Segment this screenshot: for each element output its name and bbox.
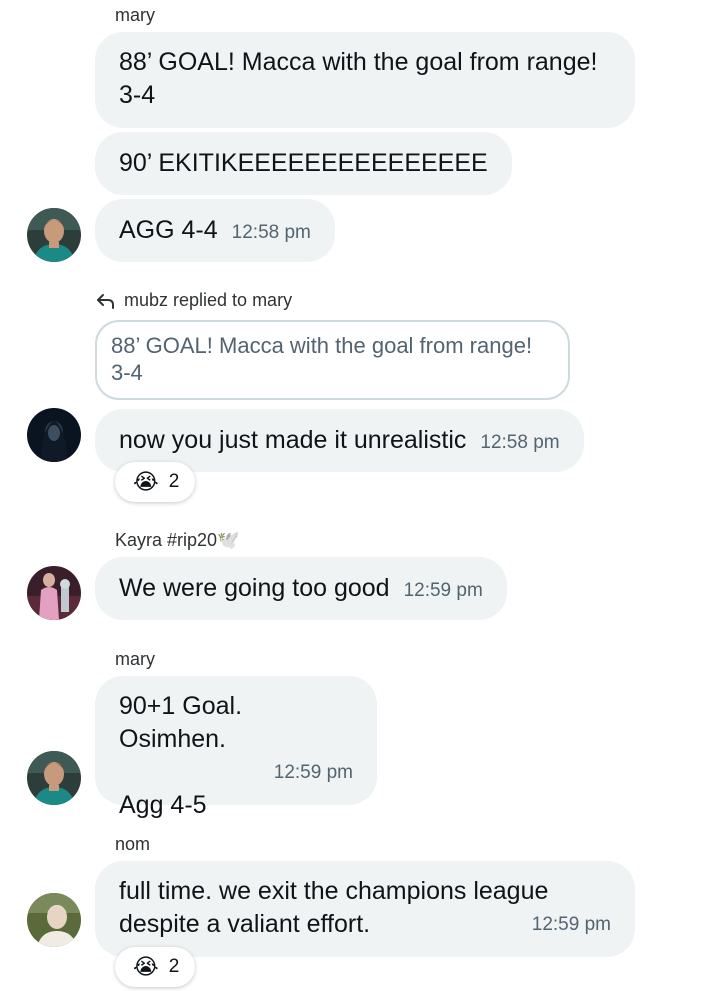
message-bubble[interactable]: 90+1 Goal. Osimhen. Agg 4-5 12:59 pm: [95, 676, 377, 819]
avatar[interactable]: [27, 893, 81, 947]
avatar[interactable]: [27, 408, 81, 462]
avatar-mary-icon: [27, 751, 81, 805]
message-timestamp: 12:59 pm: [273, 762, 353, 783]
sender-name: Kayra #rip20🕊️: [115, 530, 240, 550]
message-text-line: 90+1 Goal. Osimhen.: [119, 692, 243, 753]
message-bubble[interactable]: 90’ EKITIKEEEEEEEEEEEEEEE: [95, 132, 512, 195]
message-timestamp: 12:59 pm: [531, 914, 611, 935]
quoted-message-text: 88’ GOAL! Macca with the goal from range…: [111, 333, 533, 385]
reaction-pill[interactable]: 😭 2: [115, 947, 196, 987]
avatar[interactable]: [27, 566, 81, 620]
reaction-count: 2: [168, 471, 180, 492]
message-bubble[interactable]: full time. we exit the champions league …: [95, 861, 635, 957]
crying-face-icon: 😭: [133, 954, 159, 979]
sender-name: mary: [115, 5, 155, 25]
reply-header: mubz replied to mary: [95, 290, 292, 311]
avatar-nom-icon: [27, 893, 81, 947]
sender-name: mary: [115, 649, 155, 669]
reply-header-text: mubz replied to mary: [124, 290, 293, 310]
avatar-kayra-icon: [27, 566, 81, 620]
message-text: AGG 4-4: [119, 216, 218, 244]
quoted-message[interactable]: 88’ GOAL! Macca with the goal from range…: [95, 320, 570, 400]
message-timestamp: 12:59 pm: [403, 580, 483, 601]
crying-face-icon: 😭: [133, 469, 159, 494]
reaction-pill[interactable]: 😭 2: [115, 462, 196, 502]
message-text-line: Agg 4-5: [119, 791, 207, 819]
message-text: now you just made it unrealistic: [119, 426, 467, 454]
avatar-mary-icon: [27, 208, 81, 262]
message-text-line: full time. we exit the champions league: [119, 877, 549, 905]
message-timestamp: 12:58 pm: [480, 432, 560, 453]
message-text: 90’ EKITIKEEEEEEEEEEEEEEE: [119, 149, 488, 177]
avatar-mubz-icon: [27, 408, 81, 462]
message-text: 88’ GOAL! Macca with the goal from range…: [119, 48, 598, 109]
message-text: We were going too good: [119, 574, 390, 602]
reply-arrow-icon: [97, 293, 114, 309]
message-bubble[interactable]: We were going too good 12:59 pm: [95, 557, 507, 620]
avatar[interactable]: [27, 208, 81, 262]
avatar[interactable]: [27, 751, 81, 805]
message-timestamp: 12:58 pm: [231, 222, 311, 243]
reaction-count: 2: [168, 956, 180, 977]
message-bubble[interactable]: AGG 4-4 12:58 pm: [95, 199, 335, 262]
sender-name: nom: [115, 834, 151, 854]
message-bubble[interactable]: 88’ GOAL! Macca with the goal from range…: [95, 32, 635, 128]
